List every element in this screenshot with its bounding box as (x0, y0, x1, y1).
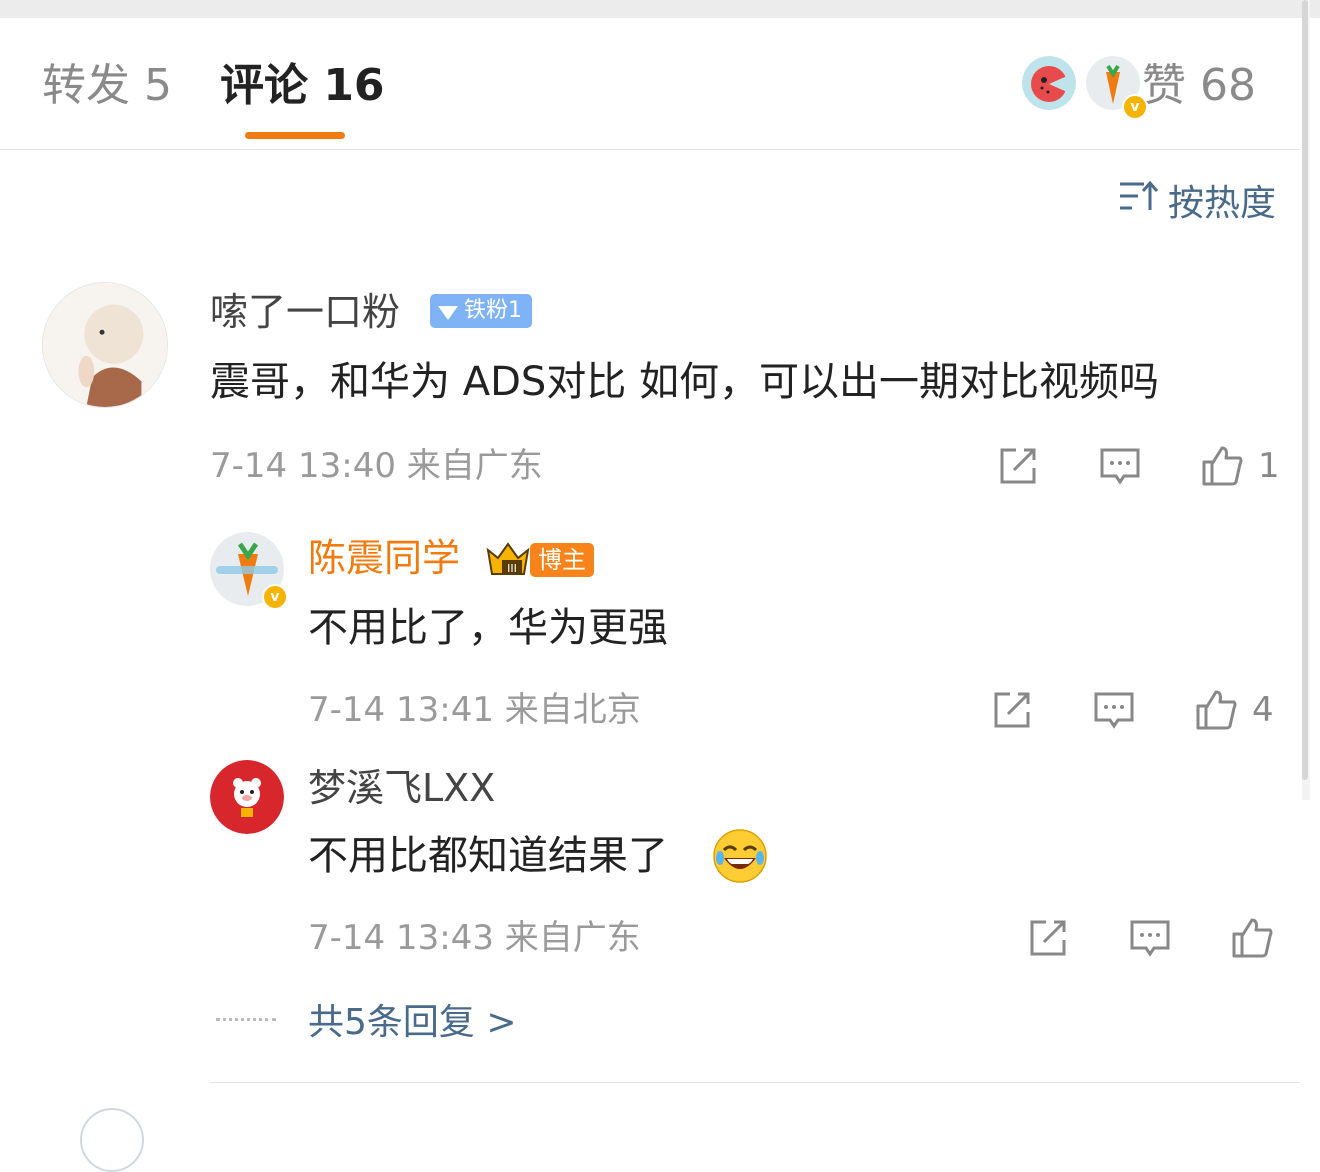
sort-toggle[interactable]: 按热度 (1118, 176, 1276, 225)
comment-icon[interactable] (1092, 688, 1136, 732)
comment-meta: 7-14 13:40 来自广东 (210, 446, 543, 486)
comment-icon[interactable] (1098, 444, 1142, 488)
thumbs-up-icon[interactable] (1230, 916, 1274, 960)
tab-likes[interactable]: 赞 68 (1142, 62, 1256, 110)
comment-icon[interactable] (1128, 916, 1172, 960)
reply-meta: 7-14 13:41 来自北京 (308, 690, 641, 730)
comment-actions: 1 (996, 444, 1280, 488)
sort-icon (1118, 176, 1159, 225)
thumbs-up-icon[interactable] (1200, 444, 1244, 488)
share-icon[interactable] (990, 688, 1034, 732)
tab-comments[interactable]: 评论 16 (220, 62, 385, 110)
sort-label: 按热度 (1167, 183, 1276, 224)
tab-reposts[interactable]: 转发 5 (42, 62, 172, 110)
diamond-icon (438, 306, 458, 320)
reply-username[interactable]: 陈震同学 (308, 536, 460, 580)
top-bar (0, 0, 1320, 18)
like-count: 4 (1252, 690, 1274, 730)
like-count: 1 (1258, 446, 1280, 486)
fan-badge[interactable]: 铁粉1 (430, 294, 532, 328)
liker-avatar[interactable] (1022, 56, 1076, 110)
more-replies-link[interactable]: 共5条回复 > (308, 1002, 517, 1044)
reply-meta: 7-14 13:43 来自广东 (308, 918, 641, 958)
share-icon[interactable] (996, 444, 1040, 488)
crown-level: III (507, 562, 517, 575)
comment-text: 震哥，和华为 ADS对比 如何，可以出一期对比视频吗 (210, 359, 1159, 405)
reply-actions: 4 (990, 688, 1274, 732)
thumbs-up-icon[interactable] (1194, 688, 1238, 732)
laughing-emoji-icon (712, 828, 768, 884)
avatar[interactable] (42, 282, 168, 408)
comment-username[interactable]: 嗦了一口粉 (210, 290, 400, 334)
reply-text: 不用比都知道结果了 (308, 833, 668, 879)
blogger-badge: 博主 (530, 543, 594, 577)
share-icon[interactable] (1026, 916, 1070, 960)
verified-badge-icon: v (262, 584, 288, 610)
active-tab-indicator (245, 132, 345, 139)
scrollbar-thumb[interactable] (1302, 0, 1308, 780)
reply-text: 不用比了，华为更强 (308, 605, 668, 651)
tab-bar: 转发 5 评论 16 v 赞 68 (0, 18, 1300, 150)
divider (210, 1082, 1300, 1083)
reply-username[interactable]: 梦溪飞LXX (308, 766, 495, 810)
avatar[interactable] (210, 760, 284, 834)
avatar[interactable] (80, 1108, 144, 1172)
thread-dots (216, 1018, 276, 1025)
crown-icon: III (484, 538, 532, 578)
reply-actions (1026, 916, 1274, 960)
fan-badge-label: 铁粉1 (464, 298, 522, 323)
